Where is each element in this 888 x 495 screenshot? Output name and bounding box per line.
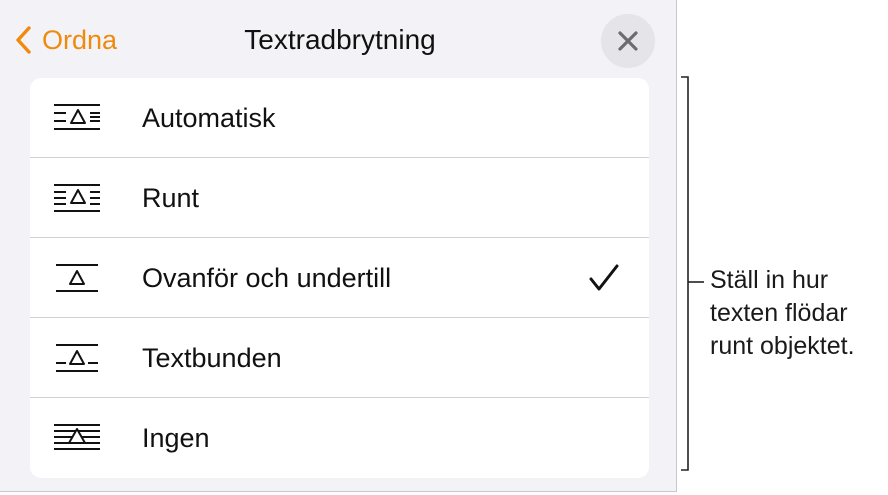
option-above-below[interactable]: Ovanför och undertill — [30, 238, 649, 318]
option-label: Ingen — [142, 423, 210, 453]
option-around[interactable]: Runt — [30, 158, 649, 238]
close-icon — [618, 31, 638, 51]
option-label: Automatisk — [142, 103, 276, 133]
option-automatic[interactable]: Automatisk — [30, 78, 649, 158]
option-inline[interactable]: Textbunden — [30, 318, 649, 398]
option-none[interactable]: Ingen — [30, 398, 649, 478]
wrap-option-list: Automatisk Runt Ovanför och undertill Te… — [30, 78, 649, 478]
callout-line: texten flödar — [710, 299, 848, 327]
wrap-automatic-icon — [54, 104, 100, 130]
wrap-inline-icon — [56, 344, 98, 372]
back-button[interactable]: Ordna — [14, 20, 117, 60]
checkmark-icon — [589, 264, 619, 291]
screen: Ordna Textradbrytning Automatisk Runt Ov… — [0, 0, 888, 495]
chevron-left-icon — [16, 26, 31, 54]
callout-line: runt objektet. — [710, 332, 855, 360]
callout-bracket — [681, 76, 704, 471]
wrap-none-icon — [54, 424, 100, 450]
wrap-around-icon — [54, 184, 100, 212]
close-button[interactable] — [601, 14, 655, 68]
option-label: Textbunden — [142, 343, 282, 373]
back-label: Ordna — [42, 25, 118, 55]
wrap-above-below-icon — [56, 264, 98, 292]
callout-line: Ställ in hur — [710, 266, 829, 294]
callout-text: Ställ in hur texten flödar runt objektet… — [710, 264, 886, 363]
text-wrap-panel: Ordna Textradbrytning Automatisk Runt Ov… — [0, 0, 677, 492]
option-label: Runt — [142, 183, 200, 213]
option-label: Ovanför och undertill — [142, 263, 392, 293]
